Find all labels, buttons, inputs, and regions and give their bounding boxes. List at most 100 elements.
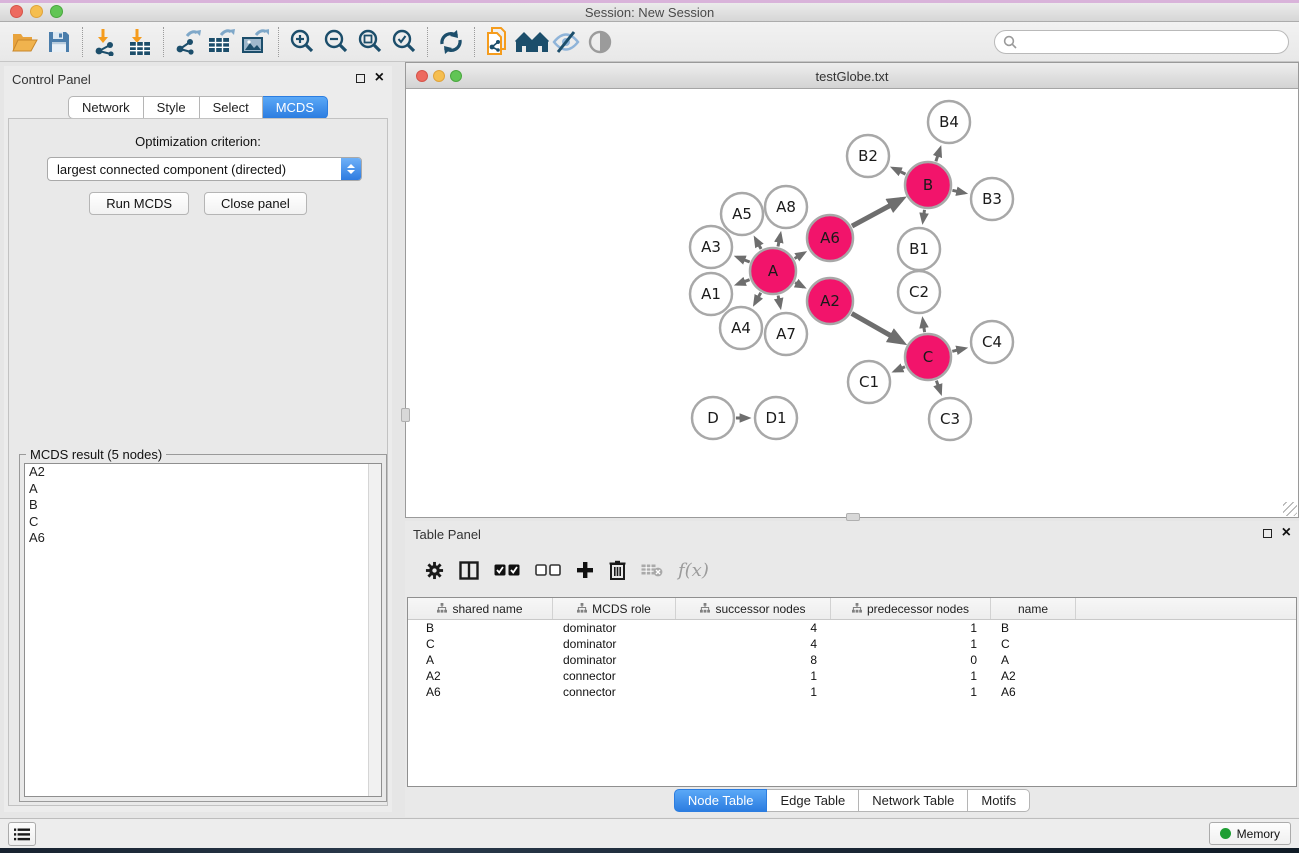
network-window-titlebar[interactable]: testGlobe.txt xyxy=(406,63,1298,89)
apply-layout-icon[interactable] xyxy=(434,27,468,57)
settings-icon[interactable] xyxy=(425,561,444,580)
mcds-result-item[interactable]: A xyxy=(25,481,381,498)
add-column-icon[interactable] xyxy=(576,561,594,579)
table-row[interactable]: Adominator80A xyxy=(408,652,1296,668)
edge-C-C1[interactable] xyxy=(895,367,905,371)
column-header-MCDS-role[interactable]: MCDS role xyxy=(553,598,676,619)
mcds-result-item[interactable]: A6 xyxy=(25,530,381,547)
resize-grip-icon[interactable] xyxy=(1283,502,1297,516)
tab-network-table[interactable]: Network Table xyxy=(859,789,968,812)
mcds-result-item[interactable]: A2 xyxy=(25,464,381,481)
app-titlebar: Session: New Session xyxy=(0,0,1299,22)
dropdown-spinner-icon[interactable] xyxy=(341,158,361,180)
table-cell: B xyxy=(991,621,1076,635)
network-left-handle[interactable] xyxy=(401,408,410,422)
edge-A-A4[interactable] xyxy=(755,293,761,304)
table-row[interactable]: A6connector11A6 xyxy=(408,684,1296,700)
table-cell: A2 xyxy=(991,669,1076,683)
table-row[interactable]: Bdominator41B xyxy=(408,620,1296,636)
edge-C-C3[interactable] xyxy=(936,381,940,393)
close-panel-icon[interactable]: × xyxy=(375,73,384,83)
network-bottom-handle[interactable] xyxy=(846,513,860,521)
network-canvas[interactable]: AA1A2A3A4A5A6A7A8BB1B2B3B4CC1C2C3C4DD1 xyxy=(406,90,1298,517)
search-box[interactable] xyxy=(994,30,1289,54)
column-header-predecessor-nodes[interactable]: predecessor nodes xyxy=(831,598,991,619)
mcds-result-legend: MCDS result (5 nodes) xyxy=(26,447,166,462)
deselect-all-checkboxes-icon[interactable] xyxy=(535,564,561,576)
table-cell: dominator xyxy=(553,653,676,667)
edge-A-A7[interactable] xyxy=(778,296,780,307)
import-network-icon[interactable] xyxy=(89,27,123,57)
edge-C-C4[interactable] xyxy=(952,348,964,351)
float-table-panel-icon[interactable] xyxy=(1263,529,1272,538)
column-header-name[interactable]: name xyxy=(991,598,1076,619)
table-toolbar: f(x) xyxy=(405,549,1299,591)
import-table-icon[interactable] xyxy=(123,27,157,57)
export-image-icon[interactable] xyxy=(238,27,272,57)
list-scrollbar[interactable] xyxy=(368,464,381,796)
close-panel-button[interactable]: Close panel xyxy=(204,192,307,215)
table-row[interactable]: Cdominator41C xyxy=(408,636,1296,652)
select-all-checkboxes-icon[interactable] xyxy=(494,564,520,576)
edge-A-A2[interactable] xyxy=(795,283,803,287)
network-graph[interactable]: AA1A2A3A4A5A6A7A8BB1B2B3B4CC1C2C3C4DD1 xyxy=(406,90,1298,518)
delete-column-icon[interactable] xyxy=(609,560,626,580)
node-label-A6: A6 xyxy=(820,229,840,247)
export-network-icon[interactable] xyxy=(170,27,204,57)
edge-A6-B[interactable] xyxy=(852,199,902,226)
table-cell: 1 xyxy=(831,621,991,635)
tab-mcds[interactable]: MCDS xyxy=(263,96,328,119)
show-columns-icon[interactable] xyxy=(459,561,479,580)
edge-A-A1[interactable] xyxy=(737,280,749,285)
node-table[interactable]: shared nameMCDS rolesuccessor nodesprede… xyxy=(407,597,1297,787)
edge-A-A6[interactable] xyxy=(795,253,804,259)
edge-B-B2[interactable] xyxy=(893,168,905,174)
tab-node-table[interactable]: Node Table xyxy=(674,789,768,812)
function-builder-icon[interactable]: f(x) xyxy=(678,560,709,581)
node-label-A1: A1 xyxy=(701,285,721,303)
edge-B-B3[interactable] xyxy=(952,190,964,193)
mcds-result-item[interactable]: C xyxy=(25,514,381,531)
edge-A-A8[interactable] xyxy=(778,234,780,246)
open-session-icon[interactable] xyxy=(8,27,42,57)
tab-style[interactable]: Style xyxy=(144,96,200,119)
search-input[interactable] xyxy=(1021,35,1288,49)
mcds-result-item[interactable]: B xyxy=(25,497,381,514)
edge-A-A5[interactable] xyxy=(755,239,761,249)
tab-motifs[interactable]: Motifs xyxy=(968,789,1030,812)
tab-edge-table[interactable]: Edge Table xyxy=(767,789,859,812)
close-table-panel-icon[interactable]: × xyxy=(1282,528,1291,538)
zoom-fit-icon[interactable] xyxy=(353,27,387,57)
delete-table-icon[interactable] xyxy=(641,563,663,577)
edge-B-B4[interactable] xyxy=(936,149,940,162)
task-history-button[interactable] xyxy=(8,822,36,846)
toolbar-separator xyxy=(82,27,83,57)
edge-A-A3[interactable] xyxy=(737,257,750,262)
hide-selected-icon[interactable] xyxy=(549,27,583,57)
table-cell: connector xyxy=(553,669,676,683)
tab-network[interactable]: Network xyxy=(68,96,144,119)
zoom-in-icon[interactable] xyxy=(285,27,319,57)
table-row[interactable]: A2connector11A2 xyxy=(408,668,1296,684)
show-all-icon[interactable] xyxy=(583,27,617,57)
column-header-successor-nodes[interactable]: successor nodes xyxy=(676,598,831,619)
memory-button[interactable]: Memory xyxy=(1209,822,1291,845)
tab-select[interactable]: Select xyxy=(200,96,263,119)
float-panel-icon[interactable] xyxy=(356,74,365,83)
edge-C-C2[interactable] xyxy=(923,320,925,333)
edge-A2-C[interactable] xyxy=(852,313,902,342)
table-panel: Table Panel × f(x) shared nameMCDS rol xyxy=(405,521,1299,817)
table-cell: A xyxy=(991,653,1076,667)
export-table-icon[interactable] xyxy=(204,27,238,57)
column-header-shared-name[interactable]: shared name xyxy=(408,598,553,619)
network-from-selection-icon[interactable] xyxy=(481,27,515,57)
mcds-result-list[interactable]: A2ABCA6 xyxy=(24,463,382,797)
run-mcds-button[interactable]: Run MCDS xyxy=(89,192,189,215)
save-session-icon[interactable] xyxy=(42,27,76,57)
first-neighbors-icon[interactable] xyxy=(515,27,549,57)
edge-B-B1[interactable] xyxy=(923,210,925,222)
criterion-dropdown[interactable]: largest connected component (directed) xyxy=(47,157,362,181)
zoom-selected-icon[interactable] xyxy=(387,27,421,57)
node-label-D1: D1 xyxy=(765,409,786,427)
zoom-out-icon[interactable] xyxy=(319,27,353,57)
